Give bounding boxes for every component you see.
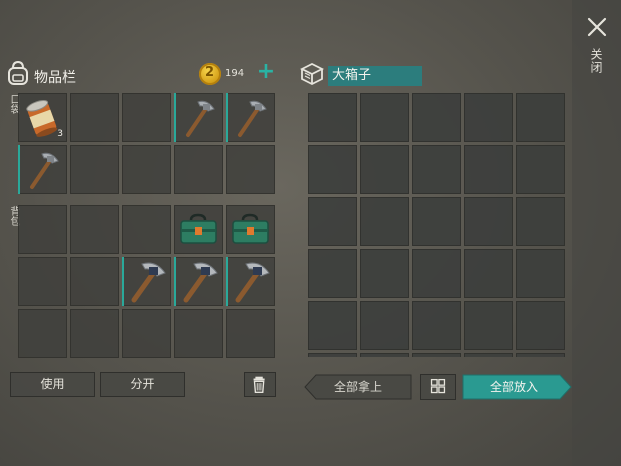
- inventory-slot[interactable]: [122, 145, 171, 194]
- coin-icon: 2: [199, 63, 221, 85]
- inventory-slot[interactable]: [18, 145, 67, 194]
- chest-slot[interactable]: [464, 145, 513, 194]
- pickaxe-icon: [183, 262, 218, 303]
- chest-slot[interactable]: [308, 197, 357, 246]
- pocket-grid: 3: [18, 93, 275, 194]
- chest-grid: [308, 93, 565, 357]
- split-button[interactable]: 分开: [100, 372, 185, 397]
- put-all-button[interactable]: 全部放入: [462, 374, 572, 400]
- chest-slot[interactable]: [464, 93, 513, 142]
- inventory-slot[interactable]: [70, 309, 119, 358]
- trash-icon: [253, 376, 265, 394]
- chest-slot[interactable]: [360, 301, 409, 350]
- inventory-slot[interactable]: [174, 205, 223, 254]
- inventory-slot[interactable]: [122, 93, 171, 142]
- inventory-slot[interactable]: [174, 309, 223, 358]
- chest-slot[interactable]: [412, 249, 461, 298]
- inventory-title: 物品栏: [34, 70, 76, 86]
- inventory-slot[interactable]: [174, 145, 223, 194]
- chest-slot[interactable]: [516, 197, 565, 246]
- inventory-slot[interactable]: [226, 145, 275, 194]
- take-all-button[interactable]: 全部拿上: [304, 374, 412, 400]
- chest-slot[interactable]: [308, 249, 357, 298]
- chest-slot[interactable]: [360, 353, 409, 357]
- inventory-slot[interactable]: [226, 205, 275, 254]
- put-all-label: 全部放入: [489, 380, 538, 394]
- toolbox-icon: [232, 213, 269, 244]
- chest-slot[interactable]: [516, 93, 565, 142]
- chest-slot[interactable]: [412, 145, 461, 194]
- inventory-slot[interactable]: [18, 309, 67, 358]
- sort-button[interactable]: [420, 374, 456, 400]
- chest-slot[interactable]: [308, 145, 357, 194]
- inventory-slot[interactable]: [70, 93, 119, 142]
- chest-slot[interactable]: [464, 353, 513, 357]
- inventory-slot[interactable]: [18, 257, 67, 306]
- inventory-slot[interactable]: [122, 257, 171, 306]
- chest-slot[interactable]: [360, 93, 409, 142]
- inventory-slot[interactable]: [122, 205, 171, 254]
- inventory-slot[interactable]: [122, 309, 171, 358]
- chest-slot[interactable]: [516, 353, 565, 357]
- chest-slot[interactable]: [464, 301, 513, 350]
- toolbox-icon: [180, 213, 217, 244]
- chest-slot[interactable]: [412, 301, 461, 350]
- chest-slot[interactable]: [464, 197, 513, 246]
- inventory-slot[interactable]: [18, 205, 67, 254]
- chest-slot[interactable]: [516, 145, 565, 194]
- chest-slot[interactable]: [412, 93, 461, 142]
- close-icon[interactable]: [586, 16, 608, 38]
- backpack-grid: [18, 205, 275, 358]
- pickaxe-icon: [186, 100, 215, 137]
- inventory-slot[interactable]: [70, 257, 119, 306]
- item-quantity: 3: [57, 129, 63, 139]
- chest-slot[interactable]: [516, 301, 565, 350]
- inventory-slot[interactable]: [226, 257, 275, 306]
- grid-layout-icon: [430, 378, 446, 394]
- backpack-icon: [8, 60, 28, 85]
- inventory-slot[interactable]: [70, 205, 119, 254]
- chest-slot[interactable]: [308, 353, 357, 357]
- chest-name-field[interactable]: 大箱子: [328, 66, 422, 86]
- pickaxe-icon: [131, 262, 166, 303]
- inventory-slot[interactable]: [226, 93, 275, 142]
- inventory-slot[interactable]: [226, 309, 275, 358]
- chest-slot[interactable]: [308, 301, 357, 350]
- take-all-label: 全部拿上: [333, 380, 382, 394]
- chest-slot[interactable]: [360, 197, 409, 246]
- chest-slot[interactable]: [360, 145, 409, 194]
- chest-slot[interactable]: [464, 249, 513, 298]
- inventory-slot[interactable]: [70, 145, 119, 194]
- chest-slot[interactable]: [516, 249, 565, 298]
- coin-count: 194: [225, 68, 245, 79]
- chest-slot[interactable]: [412, 197, 461, 246]
- pickaxe-icon: [235, 262, 270, 303]
- use-button[interactable]: 使用: [10, 372, 95, 397]
- inventory-slot[interactable]: [174, 93, 223, 142]
- trash-button[interactable]: [244, 372, 276, 397]
- pickaxe-icon: [238, 100, 267, 137]
- inventory-slot[interactable]: [174, 257, 223, 306]
- chest-slot[interactable]: [308, 93, 357, 142]
- inventory-slot[interactable]: 3: [18, 93, 67, 142]
- close-label[interactable]: 关闭: [589, 48, 605, 74]
- add-coins-button[interactable]: +: [256, 61, 276, 83]
- chest-icon: [299, 62, 325, 86]
- chest-slot[interactable]: [412, 353, 461, 357]
- chest-slot[interactable]: [360, 249, 409, 298]
- pickaxe-icon: [30, 152, 59, 189]
